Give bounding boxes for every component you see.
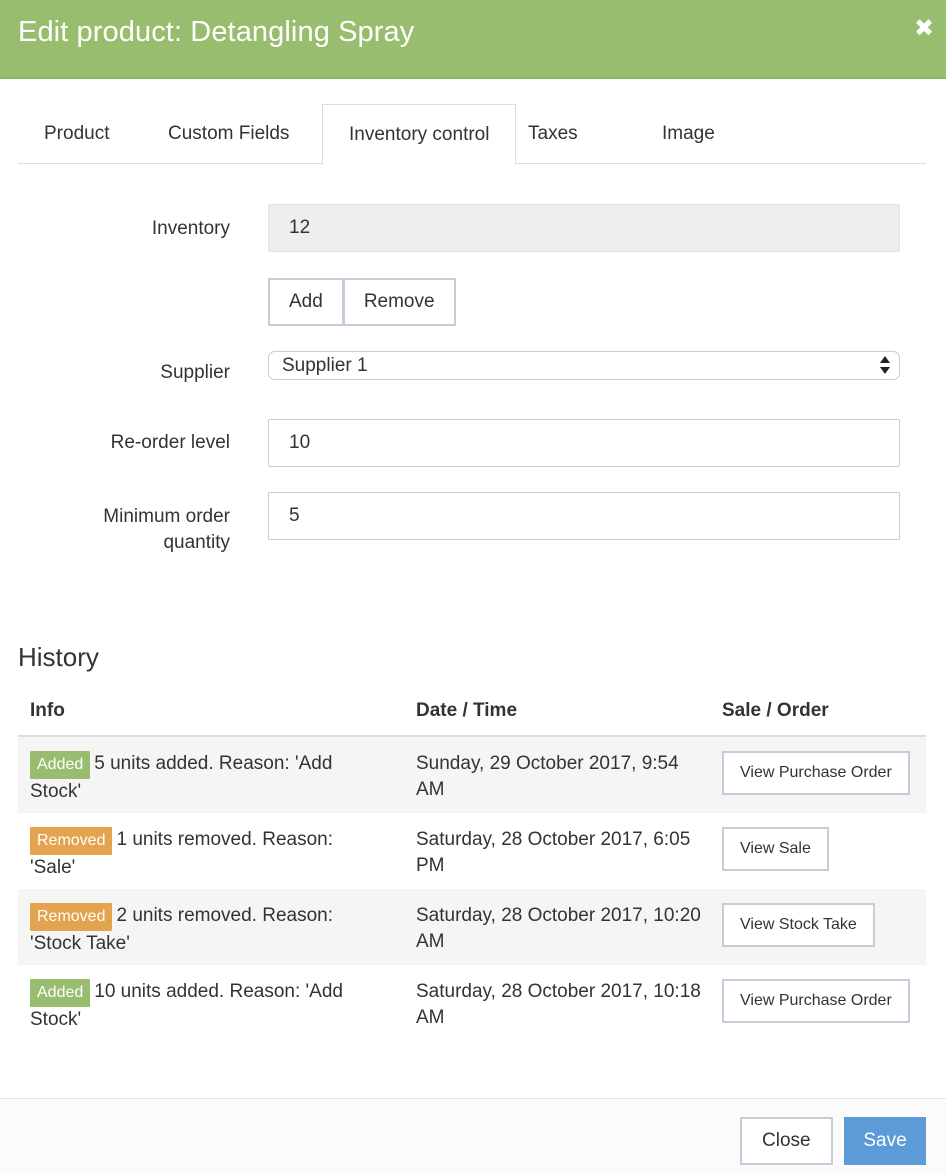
history-table: Info Date / Time Sale / Order Added 5 uni… (18, 686, 926, 1041)
column-header-date: Date / Time (416, 700, 518, 721)
history-info: Added 10 units added. Reason: 'Add Stock' (30, 979, 370, 1033)
close-icon[interactable]: ✖ (914, 17, 934, 41)
modal-title: Edit product: Detangling Spray (18, 16, 415, 48)
tab-bar: Product Custom Fields Inventory control … (18, 104, 926, 165)
reorder-level-input[interactable]: 10 (268, 419, 900, 467)
column-header-sale-order: Sale / Order (722, 700, 829, 721)
history-title: History (18, 642, 99, 672)
min-order-label: Minimum order quantity (18, 504, 230, 556)
history-date: Saturday, 28 October 2017, 10:18 AM (416, 981, 701, 1028)
tab-taxes[interactable]: Taxes (502, 104, 604, 164)
view-purchase-order-button[interactable]: View Purchase Order (722, 751, 910, 795)
supplier-select[interactable]: Supplier 1 (268, 351, 900, 380)
add-button[interactable]: Add (268, 278, 344, 326)
supplier-selected-value: Supplier 1 (282, 355, 368, 376)
view-purchase-order-button[interactable]: View Purchase Order (722, 979, 910, 1023)
history-date: Saturday, 28 October 2017, 6:05 PM (416, 829, 691, 876)
inventory-label: Inventory (151, 218, 230, 239)
min-order-label-line2: quantity (163, 532, 230, 553)
tab-image[interactable]: Image (636, 104, 741, 164)
save-button[interactable]: Save (844, 1117, 926, 1165)
status-badge: Removed (30, 903, 113, 931)
min-order-input[interactable]: 5 (268, 492, 900, 540)
history-date: Sunday, 29 October 2017, 9:54 AM (416, 753, 679, 800)
inventory-adjust-buttons: Add Remove (268, 278, 456, 326)
min-order-label-line1: Minimum order (103, 506, 230, 527)
tab-custom-fields[interactable]: Custom Fields (142, 104, 315, 164)
table-row: Removed 1 units removed. Reason: 'Sale' S… (18, 813, 926, 889)
modal-header: Edit product: Detangling Spray ✖ (0, 0, 946, 79)
status-badge: Added (30, 751, 91, 779)
inventory-field: 12 (268, 204, 900, 252)
remove-button[interactable]: Remove (343, 278, 456, 326)
column-header-info: Info (30, 700, 65, 721)
modal-footer: Close Save (0, 1098, 946, 1174)
view-sale-button[interactable]: View Sale (722, 827, 829, 871)
history-date: Saturday, 28 October 2017, 10:20 AM (416, 905, 701, 952)
view-stock-take-button[interactable]: View Stock Take (722, 903, 875, 947)
tab-product[interactable]: Product (18, 104, 135, 164)
history-info: Removed 1 units removed. Reason: 'Sale' (30, 827, 370, 881)
tab-inventory-control[interactable]: Inventory control (322, 104, 517, 165)
table-row: Removed 2 units removed. Reason: 'Stock T… (18, 889, 926, 965)
select-arrows-icon (880, 356, 890, 376)
close-button[interactable]: Close (740, 1117, 833, 1165)
table-row: Added 10 units added. Reason: 'Add Stock'… (18, 965, 926, 1041)
status-badge: Added (30, 979, 91, 1007)
reorder-level-label: Re-order level (110, 432, 230, 453)
history-info: Removed 2 units removed. Reason: 'Stock T… (30, 903, 370, 957)
history-info: Added 5 units added. Reason: 'Add Stock' (30, 751, 370, 805)
table-header: Info Date / Time Sale / Order (18, 686, 926, 737)
status-badge: Removed (30, 827, 113, 855)
table-row: Added 5 units added. Reason: 'Add Stock' … (18, 737, 926, 813)
supplier-label: Supplier (160, 362, 230, 383)
